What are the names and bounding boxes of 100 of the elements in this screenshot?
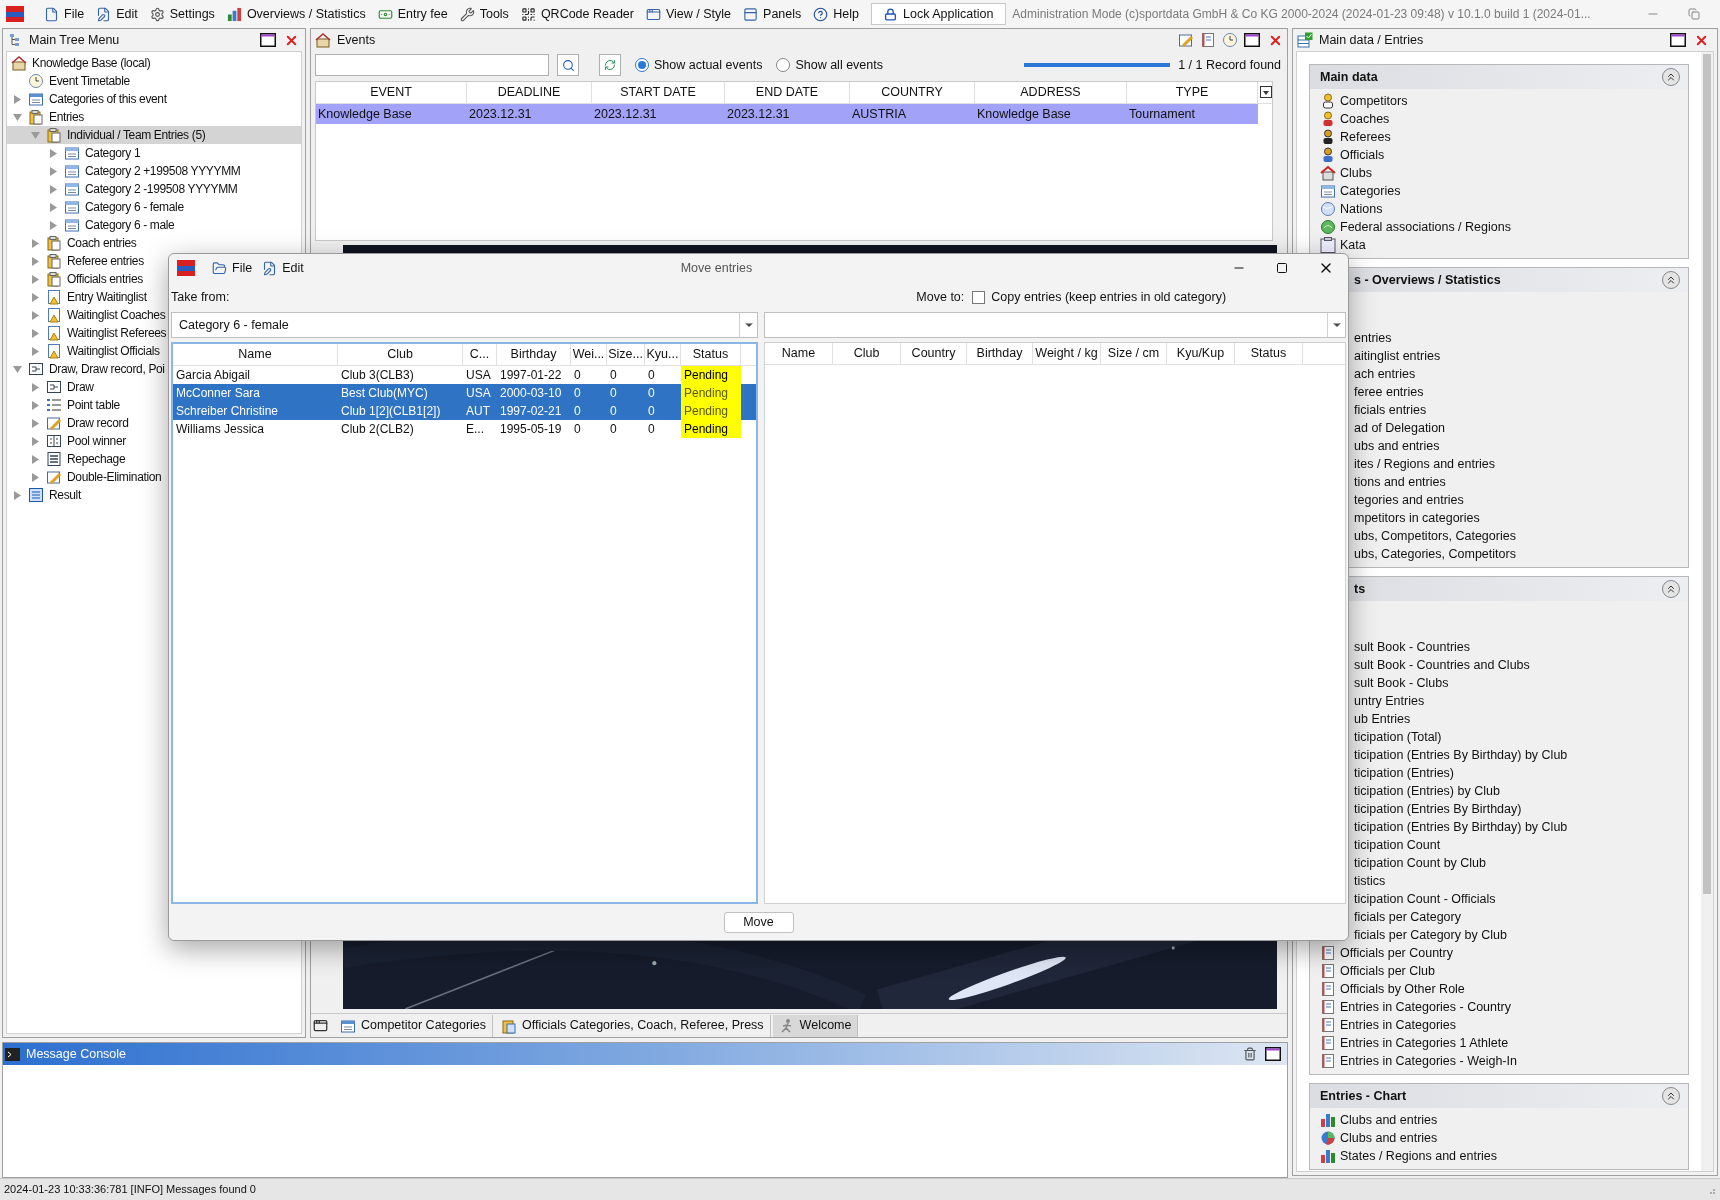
menu-item[interactable]: Overviews / Statistics <box>220 4 372 24</box>
collapsed-arrow-icon[interactable] <box>30 454 40 464</box>
list-link[interactable]: Competitors <box>1310 92 1688 110</box>
column-header[interactable]: Birthday <box>497 344 571 365</box>
tree-item[interactable]: Repechage <box>7 450 301 468</box>
radio-option[interactable]: Show actual events <box>635 55 763 75</box>
list-link[interactable]: Entries in Categories - Country <box>1310 998 1688 1016</box>
collapsed-arrow-icon[interactable] <box>30 310 40 320</box>
collapsed-arrow-icon[interactable] <box>48 202 58 212</box>
menu-item[interactable]: Entry fee <box>371 4 454 24</box>
window-icon[interactable] <box>313 1018 328 1033</box>
radio-button[interactable] <box>635 58 649 72</box>
scrollbar[interactable] <box>1701 52 1713 1171</box>
collapsed-arrow-icon[interactable] <box>48 148 58 158</box>
column-header[interactable]: Name <box>173 344 338 365</box>
maximize-icon[interactable] <box>1244 33 1260 47</box>
list-link[interactable]: Clubs and entries <box>1310 1129 1688 1147</box>
tree-item[interactable]: Category 1 <box>7 144 301 162</box>
menu-item[interactable]: Edit <box>257 258 309 278</box>
collapsed-arrow-icon[interactable] <box>48 220 58 230</box>
list-link[interactable]: Referees <box>1310 128 1688 146</box>
move-button[interactable]: Move <box>723 911 794 933</box>
restore-icon[interactable] <box>1688 8 1700 20</box>
list-link[interactable]: Nations <box>1310 200 1688 218</box>
menu-item[interactable]: File <box>207 258 258 278</box>
list-link[interactable]: Coaches <box>1310 110 1688 128</box>
column-header[interactable]: Size / cm <box>1101 343 1167 364</box>
list-link[interactable]: Clubs <box>1310 164 1688 182</box>
collapse-button[interactable] <box>1662 68 1680 86</box>
collapsed-arrow-icon[interactable] <box>30 436 40 446</box>
maximize-icon[interactable] <box>1276 262 1288 274</box>
table-row[interactable]: McConner Sara Best Club(MYC) USA 2000-03-10 0 0 0 Pending <box>173 384 756 402</box>
collapsed-arrow-icon[interactable] <box>30 292 40 302</box>
menu-item[interactable]: Tools <box>453 4 515 24</box>
column-header[interactable]: EVENT <box>316 82 467 103</box>
tree-item[interactable]: Categories of this event <box>7 90 301 108</box>
list-link[interactable]: Officials <box>1310 146 1688 164</box>
tree-item[interactable]: Entries <box>7 108 301 126</box>
column-header[interactable]: TYPE <box>1127 82 1258 103</box>
lock-application-button[interactable]: Lock Application <box>871 3 1007 25</box>
menu-item[interactable]: Settings <box>143 4 221 24</box>
tree-item[interactable]: Result <box>7 486 301 504</box>
collapsed-arrow-icon[interactable] <box>30 472 40 482</box>
menu-item[interactable]: File <box>38 4 91 24</box>
column-header[interactable]: Size... <box>607 344 645 365</box>
collapsed-arrow-icon[interactable] <box>30 346 40 356</box>
column-header[interactable]: Birthday <box>967 343 1033 364</box>
column-header[interactable]: Club <box>338 344 463 365</box>
list-link[interactable]: Entries in Categories - Weigh-In <box>1310 1052 1688 1070</box>
collapsed-arrow-icon[interactable] <box>48 166 58 176</box>
column-header[interactable]: START DATE <box>592 82 725 103</box>
tree-item[interactable]: Individual / Team Entries (5) <box>7 126 301 144</box>
collapsed-arrow-icon[interactable] <box>12 490 22 500</box>
list-link[interactable]: Clubs and entries <box>1310 1111 1688 1129</box>
take-from-dropdown[interactable]: Category 6 - female <box>171 312 758 338</box>
table-row[interactable]: Garcia Abigail Club 3(CLB3) USA 1997-01-22 0 0 0 Pending <box>173 366 756 384</box>
column-header[interactable]: Club <box>833 343 901 364</box>
radio-option[interactable]: Show all events <box>776 55 883 75</box>
expanded-arrow-icon[interactable] <box>12 112 22 122</box>
expanded-arrow-icon[interactable] <box>30 130 40 140</box>
list-link[interactable]: Kata <box>1310 236 1688 254</box>
collapsed-arrow-icon[interactable] <box>30 400 40 410</box>
maximize-icon[interactable] <box>260 33 276 47</box>
tree-item[interactable]: Category 6 - female <box>7 198 301 216</box>
column-chooser-icon[interactable] <box>1260 86 1272 98</box>
tree-item[interactable]: Category 2 -199508 YYYYMM <box>7 180 301 198</box>
column-header[interactable]: Status <box>1235 343 1303 364</box>
collapsed-arrow-icon[interactable] <box>12 94 22 104</box>
expanded-arrow-icon[interactable] <box>12 364 22 374</box>
collapse-button[interactable] <box>1662 271 1680 289</box>
trash-icon[interactable] <box>1243 1047 1257 1061</box>
collapsed-arrow-icon[interactable] <box>30 238 40 248</box>
list-link[interactable]: Entries in Categories 1 Athlete <box>1310 1034 1688 1052</box>
menu-item[interactable]: QRCode Reader <box>514 4 640 24</box>
refresh-button[interactable] <box>599 54 621 76</box>
tree-item[interactable]: Coach entries <box>7 234 301 252</box>
column-header[interactable]: Wei... <box>571 344 607 365</box>
list-link[interactable]: Officials per Club <box>1310 962 1688 980</box>
collapsed-arrow-icon[interactable] <box>30 418 40 428</box>
menu-item[interactable]: Panels <box>737 4 808 24</box>
radio-button[interactable] <box>776 58 791 72</box>
maximize-icon[interactable] <box>1670 33 1686 47</box>
maximize-icon[interactable] <box>1265 1047 1281 1061</box>
list-link[interactable]: States / Regions and entries <box>1310 1147 1688 1165</box>
list-link[interactable]: Officials by Other Role <box>1310 980 1688 998</box>
column-header[interactable]: ADDRESS <box>975 82 1127 103</box>
checkbox[interactable] <box>972 290 986 304</box>
tree-item[interactable]: Category 2 +199508 YYYYMM <box>7 162 301 180</box>
menu-item[interactable]: Edit <box>90 4 144 24</box>
list-link[interactable]: Federal associations / Regions <box>1310 218 1688 236</box>
column-header[interactable]: Status <box>681 344 741 365</box>
collapse-button[interactable] <box>1662 1087 1680 1105</box>
list-link[interactable]: Officials per Country <box>1310 944 1688 962</box>
column-header[interactable]: Name <box>765 343 833 364</box>
search-button[interactable] <box>557 54 579 76</box>
collapsed-arrow-icon[interactable] <box>30 274 40 284</box>
collapsed-arrow-icon[interactable] <box>30 256 40 266</box>
collapse-button[interactable] <box>1662 580 1680 598</box>
column-header[interactable]: C... <box>463 344 497 365</box>
tree-item[interactable]: Double-Elimination <box>7 468 301 486</box>
